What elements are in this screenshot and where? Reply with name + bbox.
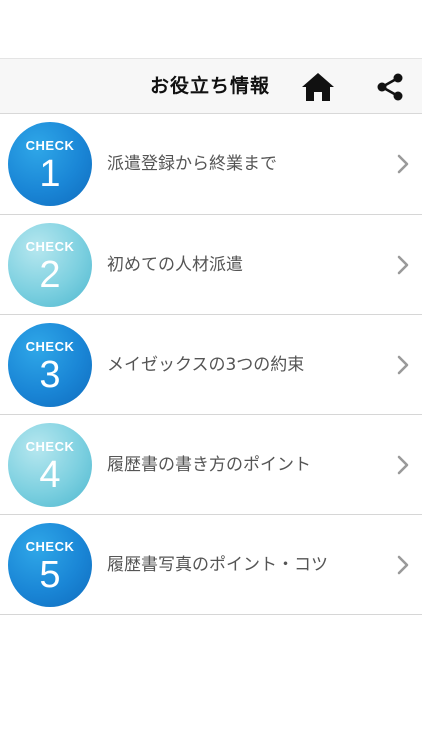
badge-number: 1 [39, 153, 61, 195]
home-icon [302, 73, 334, 101]
check-badge: CHECK 2 [8, 223, 92, 307]
share-icon [377, 73, 403, 101]
list-item-label: 初めての人材派遣 [107, 255, 243, 275]
list-item[interactable]: CHECK 5 履歴書写真のポイント・コツ [0, 515, 422, 615]
list-item-label: 履歴書写真のポイント・コツ [107, 555, 328, 575]
page-title: お役立ち情報 [150, 75, 271, 97]
badge-label: CHECK [25, 339, 75, 354]
badge-label: CHECK [25, 439, 75, 454]
list-item-label: 派遣登録から終業まで [107, 154, 277, 174]
share-button[interactable] [374, 71, 406, 103]
list-item[interactable]: CHECK 3 メイゼックスの3つの約束 [0, 315, 422, 415]
badge-label: CHECK [25, 239, 75, 254]
info-list: CHECK 1 派遣登録から終業まで CHECK 2 初めての人材派遣 CHEC… [0, 114, 422, 615]
chevron-right-icon [397, 255, 409, 275]
check-badge: CHECK 1 [8, 122, 92, 206]
app-header: お役立ち情報 [0, 58, 422, 114]
list-item[interactable]: CHECK 4 履歴書の書き方のポイント [0, 415, 422, 515]
list-item[interactable]: CHECK 2 初めての人材派遣 [0, 215, 422, 315]
list-item-label: 履歴書の書き方のポイント [107, 455, 311, 475]
badge-number: 2 [39, 254, 61, 296]
badge-number: 5 [39, 554, 61, 596]
badge-number: 3 [39, 354, 61, 396]
chevron-right-icon [397, 555, 409, 575]
badge-number: 4 [39, 454, 61, 496]
check-badge: CHECK 4 [8, 423, 92, 507]
chevron-right-icon [397, 455, 409, 475]
badge-label: CHECK [25, 539, 75, 554]
status-area [0, 0, 422, 58]
chevron-right-icon [397, 355, 409, 375]
check-badge: CHECK 3 [8, 323, 92, 407]
list-item[interactable]: CHECK 1 派遣登録から終業まで [0, 114, 422, 215]
home-button[interactable] [300, 71, 336, 103]
chevron-right-icon [397, 154, 409, 174]
check-badge: CHECK 5 [8, 523, 92, 607]
badge-label: CHECK [25, 138, 75, 153]
list-item-label: メイゼックスの3つの約束 [107, 355, 305, 375]
